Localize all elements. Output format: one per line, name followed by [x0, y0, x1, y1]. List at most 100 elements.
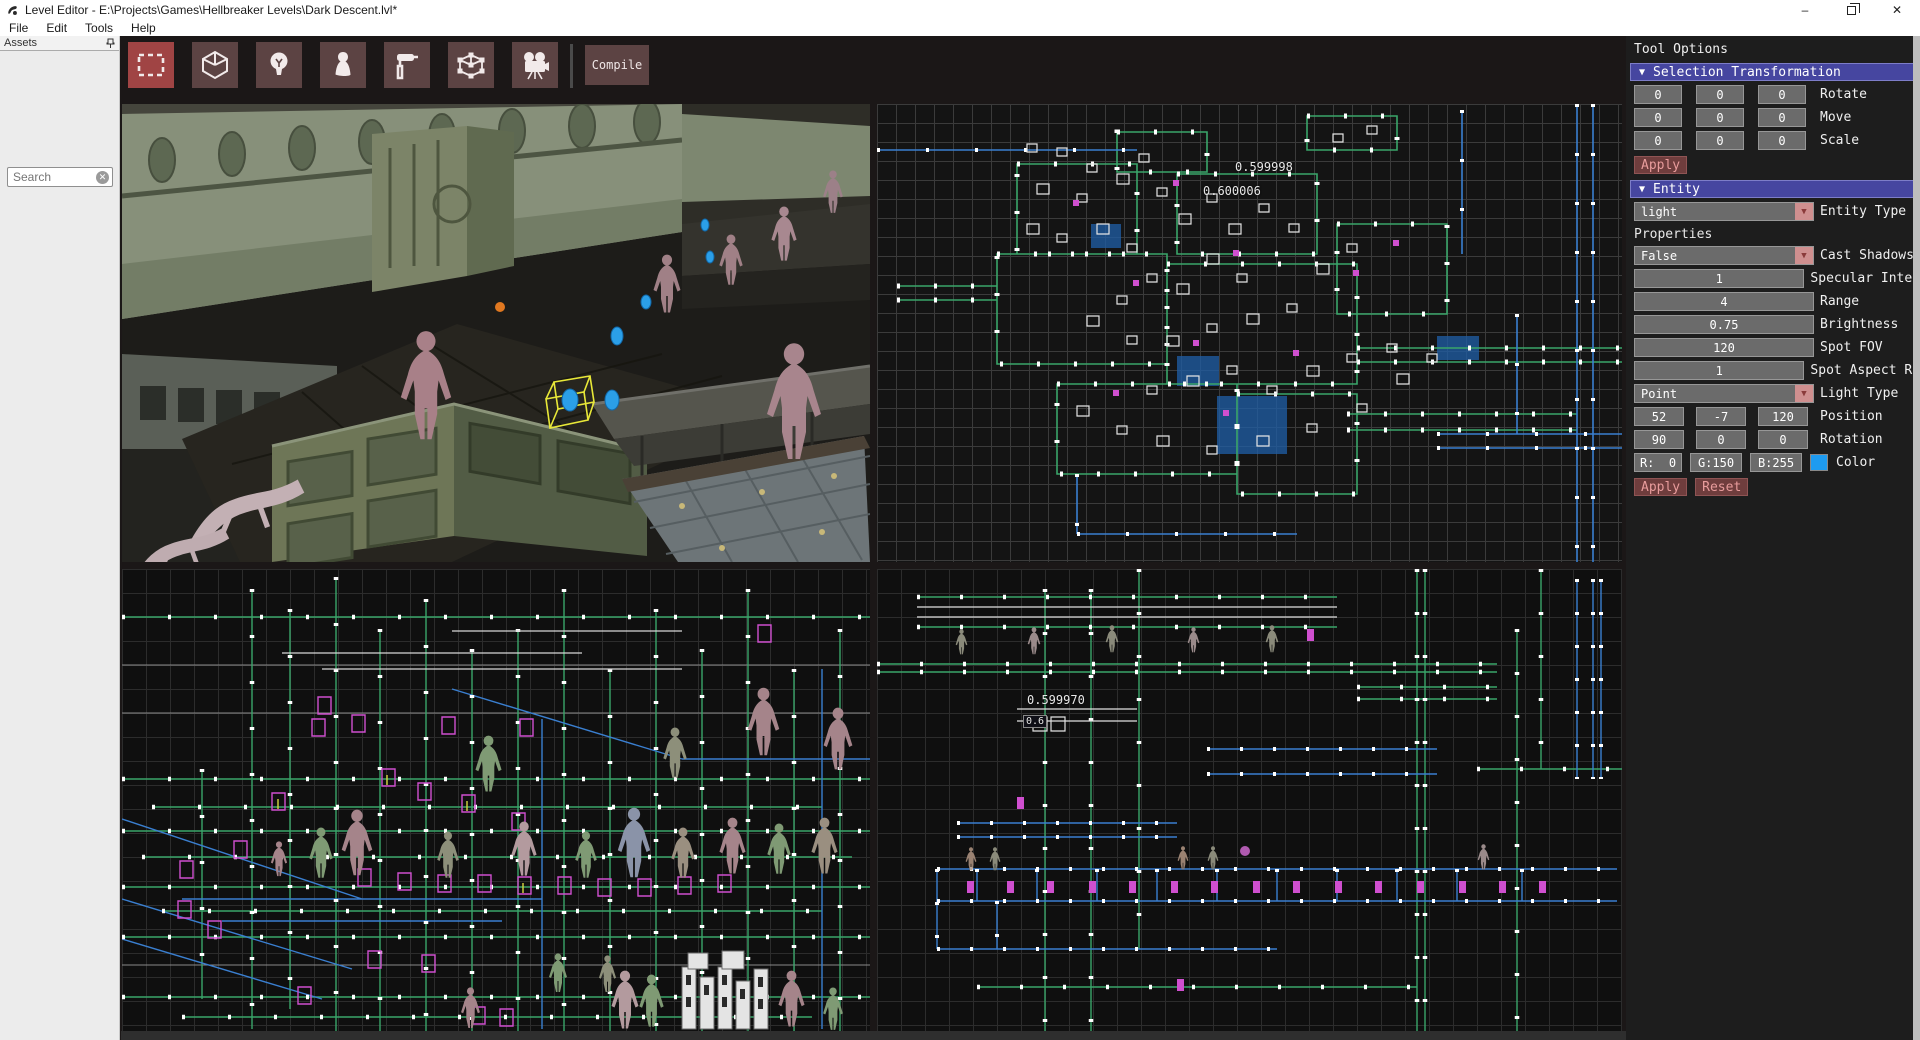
chevron-down-icon[interactable]: ▼ — [1795, 247, 1813, 264]
brightness-input[interactable] — [1634, 315, 1814, 334]
rotation-y-input[interactable] — [1696, 430, 1746, 449]
scale-y-input[interactable] — [1696, 131, 1744, 150]
cube-icon — [200, 50, 230, 80]
titlebar[interactable]: Level Editor - E:\Projects\Games\Hellbre… — [0, 0, 1920, 20]
rotation-x-input[interactable] — [1634, 430, 1684, 449]
rotate-z-input[interactable] — [1758, 85, 1806, 104]
color-swatch[interactable] — [1810, 454, 1828, 471]
specular-intensity-label: Specular Inter — [1810, 271, 1920, 286]
camera-tool-button[interactable] — [512, 42, 558, 88]
entity-tool-button[interactable] — [320, 42, 366, 88]
rotate-x-input[interactable] — [1634, 85, 1682, 104]
restore-window-icon — [1847, 6, 1856, 15]
move-label: Move — [1820, 110, 1851, 125]
scale-z-input[interactable] — [1758, 131, 1806, 150]
compile-button[interactable]: Compile — [585, 45, 649, 85]
front-wireframe — [122, 569, 870, 1031]
scale-label: Scale — [1820, 133, 1859, 148]
assets-panel-header[interactable]: Assets — [0, 36, 119, 51]
color-blue-field[interactable]: B:255 — [1750, 453, 1802, 472]
chevron-down-icon[interactable]: ▼ — [1795, 203, 1813, 220]
light-type-dropdown[interactable]: Point ▼ — [1634, 384, 1814, 403]
entity-type-label: Entity Type — [1820, 204, 1906, 219]
entity-reset-button[interactable]: Reset — [1695, 478, 1748, 496]
entity-header[interactable]: ▼ Entity — [1630, 180, 1916, 198]
panel-scrollbar[interactable] — [1913, 36, 1920, 1040]
selection-marquee-icon — [136, 50, 166, 80]
assets-panel: Assets ✕ — [0, 36, 120, 1040]
geometry-tool-button[interactable] — [192, 42, 238, 88]
movie-camera-icon — [520, 50, 550, 80]
level-editor-window: Level Editor - E:\Projects\Games\Hellbre… — [0, 0, 1920, 1040]
brightness-label: Brightness — [1820, 317, 1898, 332]
range-label: Range — [1820, 294, 1859, 309]
search-input[interactable] — [8, 170, 96, 184]
paint-tool-button[interactable] — [384, 42, 430, 88]
restore-button[interactable] — [1828, 0, 1874, 20]
color-red-field[interactable]: R: 0 — [1634, 453, 1682, 472]
tool-options-panel: Tool Options ▼ Selection Transformation … — [1626, 36, 1920, 1040]
viewport-front[interactable] — [122, 569, 870, 1031]
spot-fov-label: Spot FOV — [1820, 340, 1883, 355]
vertex-cube-icon — [456, 50, 486, 80]
collapse-triangle-icon: ▼ — [1639, 184, 1645, 195]
select-tool-button[interactable] — [128, 42, 174, 88]
menubar: File Edit Tools Help — [0, 20, 1920, 36]
collapse-triangle-icon: ▼ — [1639, 67, 1645, 78]
viewport-side[interactable]: 0.599970 0.6 — [877, 569, 1622, 1031]
spot-aspect-input[interactable] — [1634, 361, 1804, 380]
statusbar-strip — [121, 1031, 1626, 1040]
position-y-input[interactable] — [1696, 407, 1746, 426]
cast-shadows-label: Cast Shadows — [1820, 248, 1914, 263]
menu-help[interactable]: Help — [122, 20, 165, 36]
transform-apply-button[interactable]: Apply — [1634, 156, 1687, 174]
rotate-y-input[interactable] — [1696, 85, 1744, 104]
cast-shadows-dropdown[interactable]: False ▼ — [1634, 246, 1814, 265]
paint-roller-icon — [392, 50, 422, 80]
position-z-input[interactable] — [1758, 407, 1808, 426]
light-tool-button[interactable] — [256, 42, 302, 88]
measure-label: 0.599970 — [1027, 693, 1085, 707]
rotation-z-input[interactable] — [1758, 430, 1808, 449]
pawn-icon — [328, 50, 358, 80]
assets-title: Assets — [4, 37, 37, 49]
toolbar: Compile — [121, 36, 1626, 104]
specular-intensity-input[interactable] — [1634, 269, 1804, 288]
rotate-label: Rotate — [1820, 87, 1867, 102]
measure-label: 0.6 — [1023, 715, 1047, 728]
search-box: ✕ — [7, 167, 113, 187]
properties-label: Properties — [1634, 227, 1920, 242]
menu-file[interactable]: File — [0, 20, 37, 36]
move-x-input[interactable] — [1634, 108, 1682, 127]
menu-edit[interactable]: Edit — [37, 20, 76, 36]
search-clear-icon[interactable]: ✕ — [96, 171, 109, 184]
menu-tools[interactable]: Tools — [76, 20, 122, 36]
range-input[interactable] — [1634, 292, 1814, 311]
viewport-perspective[interactable] — [122, 104, 870, 562]
side-wireframe — [877, 569, 1622, 1031]
selection-transformation-header[interactable]: ▼ Selection Transformation — [1630, 63, 1916, 81]
move-z-input[interactable] — [1758, 108, 1806, 127]
position-label: Position — [1820, 409, 1883, 424]
measure-label: 0.599998 — [1235, 160, 1293, 174]
position-x-input[interactable] — [1634, 407, 1684, 426]
close-button[interactable]: ✕ — [1874, 0, 1920, 20]
spot-fov-input[interactable] — [1634, 338, 1814, 357]
entity-type-dropdown[interactable]: light ▼ — [1634, 202, 1814, 221]
toolbar-separator — [570, 44, 573, 88]
entity-apply-button[interactable]: Apply — [1634, 478, 1687, 496]
rotation-label: Rotation — [1820, 432, 1883, 447]
perspective-scene — [122, 104, 870, 562]
color-green-field[interactable]: G:150 — [1690, 453, 1742, 472]
viewport-top[interactable]: 0.599998 0.600006 — [877, 104, 1622, 562]
spot-aspect-label: Spot Aspect Ra — [1810, 363, 1920, 378]
light-type-label: Light Type — [1820, 386, 1898, 401]
scale-x-input[interactable] — [1634, 131, 1682, 150]
chevron-down-icon[interactable]: ▼ — [1795, 385, 1813, 402]
level-editor-app-icon — [6, 4, 19, 17]
pushpin-icon[interactable] — [106, 38, 115, 49]
minimize-button[interactable]: – — [1782, 0, 1828, 20]
vertex-tool-button[interactable] — [448, 42, 494, 88]
move-y-input[interactable] — [1696, 108, 1744, 127]
panel-title: Tool Options — [1634, 42, 1920, 57]
